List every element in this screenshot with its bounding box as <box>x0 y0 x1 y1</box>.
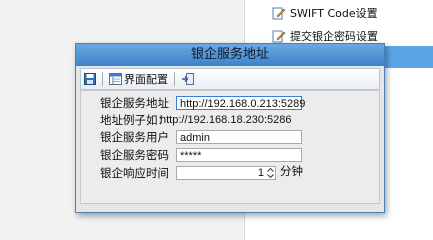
dialog-title: 银企服务地址 <box>76 44 384 66</box>
user-label: 银企服务用户 <box>100 130 169 144</box>
menu-item-label: SWIFT Code设置 <box>290 7 378 20</box>
toolbar-separator <box>174 72 175 86</box>
dialog-form: 银企服务地址 http://192.168.0.213:5289 地址例子如： … <box>80 90 380 204</box>
chevron-up-icon <box>267 168 274 172</box>
edit-icon <box>272 7 286 20</box>
menu-item-label: 提交银企密码设置 <box>290 30 378 43</box>
server-address-dialog: 银企服务地址 界面配置 银企服务地址 http://192.168.0.213:… <box>75 43 385 213</box>
example-address-text: http://192.168.18.230:5286 <box>160 114 292 126</box>
layout-icon <box>109 73 122 85</box>
timeout-value: 1 <box>257 167 264 179</box>
layout-config-button[interactable]: 界面配置 <box>106 70 171 88</box>
timeout-spinner[interactable]: 1 <box>176 166 276 180</box>
timeout-label: 银企响应时间 <box>100 166 169 180</box>
layout-config-label: 界面配置 <box>124 73 168 86</box>
save-button[interactable] <box>81 70 99 88</box>
menu-item-swift-code[interactable]: SWIFT Code设置 <box>272 3 378 23</box>
user-input[interactable]: admin <box>176 130 302 144</box>
exit-icon <box>182 73 194 85</box>
spinner-buttons <box>266 167 275 179</box>
chevron-down-icon <box>267 174 274 178</box>
save-icon <box>84 73 96 85</box>
dialog-toolbar: 界面配置 <box>80 68 380 90</box>
timeout-unit: 分钟 <box>280 164 303 178</box>
example-label: 地址例子如： <box>100 113 169 127</box>
edit-icon <box>272 30 286 43</box>
password-label: 银企服务密码 <box>100 148 169 162</box>
server-address-label: 银企服务地址 <box>100 96 169 110</box>
exit-button[interactable] <box>178 70 197 88</box>
server-address-input[interactable]: http://192.168.0.213:5289 <box>176 96 305 110</box>
password-input[interactable]: ***** <box>176 148 302 162</box>
spin-down-button[interactable] <box>266 173 275 179</box>
toolbar-separator <box>102 72 103 86</box>
